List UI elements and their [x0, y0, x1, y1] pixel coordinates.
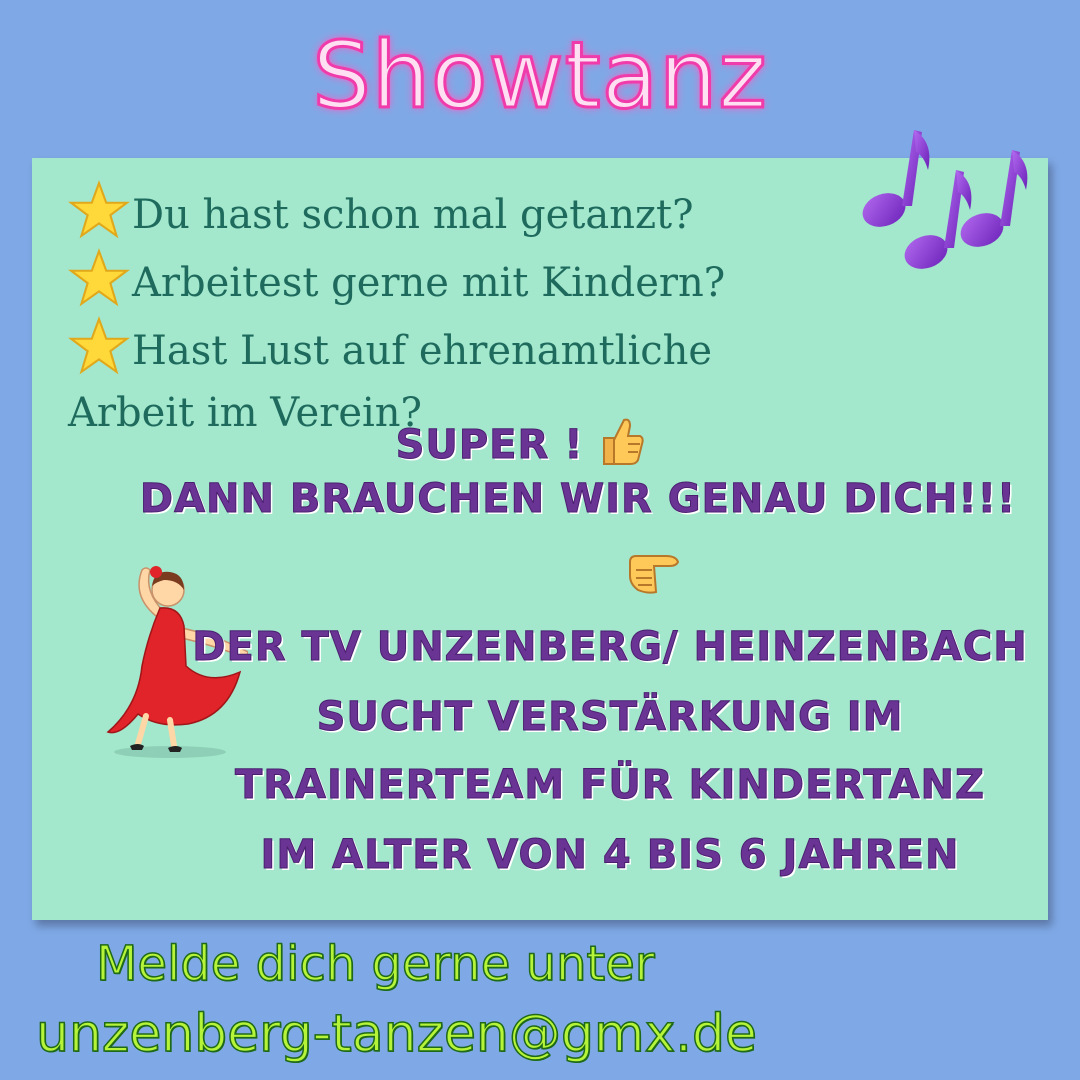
- question-text: Du hast schon mal getanzt?: [132, 192, 694, 238]
- question-item: Du hast schon mal getanzt?: [68, 180, 694, 242]
- star-icon: [68, 316, 130, 375]
- star-icon: [68, 180, 130, 239]
- need-you-text: Dann brauchen wir genau Dich!!!: [139, 476, 1017, 523]
- question-item: Hast Lust auf ehrenamtliche: [68, 316, 712, 378]
- footer-text: Melde dich gerne unter: [95, 935, 655, 993]
- question-text: Hast Lust auf ehrenamtliche: [132, 328, 713, 374]
- announcement-line: Der TV Unzenberg/ Heinzenbach: [192, 624, 1028, 671]
- star-icon: [68, 248, 130, 307]
- pointing-hand-icon: [629, 555, 680, 594]
- announcement-line: sucht Verstärkung im: [316, 694, 904, 741]
- music-notes-icon: [862, 130, 1028, 269]
- question-item: Arbeitest gerne mit Kindern?: [68, 248, 725, 310]
- announcement-line: Trainerteam für Kindertanz: [234, 762, 986, 809]
- page-title: Showtanz: [311, 21, 768, 131]
- info-card: Du hast schon mal getanzt? Arbeitest ger…: [32, 130, 1048, 920]
- super-text: Super !: [395, 422, 584, 469]
- footer-email[interactable]: unzenberg-tanzen@gmx.de: [35, 1003, 1036, 1065]
- thumbs-up-icon: [603, 418, 645, 465]
- super-line: Super !: [12, 416, 1028, 469]
- question-text: Arbeitest gerne mit Kindern?: [132, 260, 726, 306]
- announcement-line: im Alter von 4 bis 6 Jahren: [260, 832, 960, 879]
